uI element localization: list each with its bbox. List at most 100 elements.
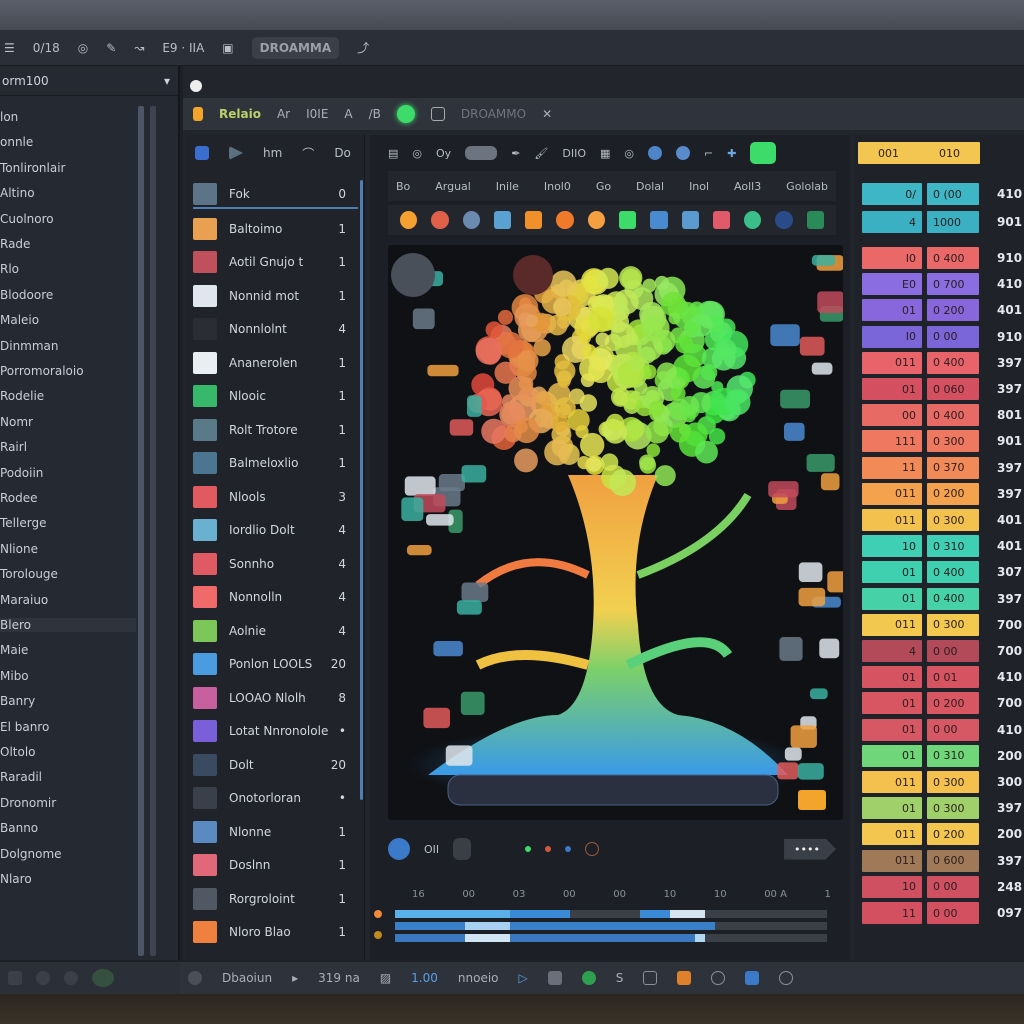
- editor-tab[interactable]: Inol0: [544, 180, 571, 193]
- list-item[interactable]: Nonnolln 4: [193, 583, 358, 611]
- sidebar-item[interactable]: Banry: [0, 694, 35, 708]
- sidebar-item[interactable]: Tellerge: [0, 516, 46, 530]
- blue-circle-icon[interactable]: [648, 146, 663, 160]
- value-cell[interactable]: I0: [862, 325, 922, 348]
- phone-icon[interactable]: [650, 211, 668, 229]
- value-cell[interactable]: 01: [862, 718, 922, 741]
- value-cell[interactable]: 0 00: [927, 902, 979, 924]
- cone-icon[interactable]: [525, 211, 543, 229]
- value-cell[interactable]: 0 200: [927, 299, 979, 322]
- value-cell[interactable]: 0 310: [927, 535, 979, 558]
- close-icon[interactable]: ✕: [542, 107, 552, 121]
- editor-tab[interactable]: Argual: [435, 180, 471, 193]
- editor-tab[interactable]: Dolal: [636, 180, 664, 193]
- value-cell[interactable]: 0 400: [927, 587, 979, 610]
- value-cell[interactable]: 011: [862, 351, 922, 374]
- list-item[interactable]: Dolt 20: [193, 751, 358, 779]
- shield-icon[interactable]: [677, 971, 692, 985]
- notes-icon[interactable]: ▦: [600, 147, 610, 160]
- sidebar-item[interactable]: Nlione: [0, 542, 38, 556]
- red-marker-icon[interactable]: [545, 846, 552, 852]
- value-cell[interactable]: 0 300: [927, 797, 979, 820]
- value-cell[interactable]: E0: [862, 273, 922, 296]
- value-cell[interactable]: 0 300: [927, 771, 979, 793]
- settings-icon[interactable]: [8, 971, 22, 985]
- list-item[interactable]: Rolt Trotore 1: [193, 416, 358, 444]
- list-toolbar-item[interactable]: hm: [263, 146, 282, 160]
- timeline-segment[interactable]: [695, 934, 705, 942]
- status-item[interactable]: Dbaoiun: [222, 971, 272, 985]
- plus-icon[interactable]: ✚: [727, 147, 736, 160]
- value-cell[interactable]: 0 400: [927, 351, 979, 374]
- value-cell[interactable]: 01: [862, 797, 922, 820]
- sidebar-item[interactable]: lon: [0, 110, 18, 124]
- shield-icon[interactable]: [462, 211, 480, 229]
- timeline-segment[interactable]: [395, 934, 705, 942]
- tab-item[interactable]: I0IE: [306, 107, 328, 121]
- value-cell[interactable]: 10: [862, 535, 922, 558]
- timeline-segment[interactable]: [670, 910, 705, 918]
- sidebar-item[interactable]: onnle: [0, 135, 33, 149]
- doc-icon[interactable]: [195, 146, 209, 160]
- toggle-icon[interactable]: [92, 969, 114, 987]
- value-cell[interactable]: 4: [862, 640, 922, 662]
- list-item[interactable]: Ananerolen 1: [193, 349, 358, 377]
- pen-icon[interactable]: ✒: [511, 147, 520, 160]
- brush-icon[interactable]: 🖌: [534, 147, 548, 160]
- sidebar-item[interactable]: Banno: [0, 821, 38, 835]
- editor-tab[interactable]: Bo: [396, 180, 410, 193]
- corner-icon[interactable]: ⌐: [704, 147, 713, 160]
- target-icon[interactable]: ◎: [412, 147, 422, 160]
- list-scrollbar[interactable]: [360, 180, 363, 800]
- curve-icon[interactable]: ↝: [134, 41, 144, 55]
- sidebar-item[interactable]: Dinmman: [0, 339, 59, 353]
- sidebar-item[interactable]: El banro: [0, 720, 49, 734]
- value-cell[interactable]: 01: [862, 561, 922, 584]
- list-item[interactable]: Ponlon LOOLS 20: [193, 650, 358, 678]
- value-cell[interactable]: 0 600: [927, 849, 979, 872]
- value-cell[interactable]: 0 400: [927, 561, 979, 584]
- list-item[interactable]: Baltoimo 1: [193, 215, 358, 243]
- sidebar-item[interactable]: Raradil: [0, 770, 42, 784]
- record-icon[interactable]: ◎: [78, 41, 88, 55]
- list-item[interactable]: Sonnho 4: [193, 550, 358, 578]
- editor-toolbar-item[interactable]: Oy: [436, 147, 451, 160]
- timeline[interactable]: [395, 910, 827, 945]
- value-cell[interactable]: 011: [862, 482, 922, 505]
- sidebar-item[interactable]: Oltolo: [0, 745, 36, 759]
- sidebar-item[interactable]: Maie: [0, 643, 28, 657]
- splash-icon[interactable]: [431, 211, 449, 229]
- list-toolbar-item[interactable]: Do: [334, 146, 351, 160]
- sidebar-item[interactable]: Nlaro: [0, 872, 32, 886]
- list-item[interactable]: Nlooic 1: [193, 382, 358, 410]
- curve-icon[interactable]: ⌒: [302, 145, 314, 162]
- value-cell[interactable]: 0 300: [927, 509, 979, 531]
- value-cell[interactable]: 00: [862, 404, 922, 427]
- scrollbar-track[interactable]: [150, 106, 156, 956]
- tab-second[interactable]: DROAMMO: [461, 107, 526, 121]
- sidebar-item[interactable]: Maleio: [0, 313, 39, 327]
- value-cell[interactable]: 011: [862, 613, 922, 636]
- brush-shape-icon[interactable]: [465, 146, 498, 160]
- value-cell[interactable]: 0 00: [927, 718, 979, 741]
- image-icon[interactable]: ▨: [380, 971, 391, 985]
- sidebar-item[interactable]: Dolgnome: [0, 847, 62, 861]
- list-item[interactable]: Rorgroloint 1: [193, 885, 358, 913]
- edit-icon[interactable]: [547, 971, 562, 985]
- circle-icon[interactable]: [711, 971, 726, 985]
- record-icon[interactable]: [36, 971, 50, 985]
- toolbar-pill-button[interactable]: DROAMMA: [251, 36, 340, 59]
- list-item[interactable]: Nlonne 1: [193, 818, 358, 846]
- trash-icon[interactable]: [745, 971, 760, 985]
- value-cell[interactable]: 01: [862, 378, 922, 400]
- value-cell[interactable]: 0 00: [927, 875, 979, 898]
- forward-icon[interactable]: ▷: [519, 971, 528, 985]
- value-cell[interactable]: 11: [862, 902, 922, 924]
- tab-item[interactable]: A: [344, 107, 352, 121]
- globe-icon[interactable]: [64, 971, 78, 985]
- editor-tab[interactable]: Gololab: [786, 180, 828, 193]
- sidebar-item[interactable]: Torolouge: [0, 567, 58, 581]
- blue-marker-icon[interactable]: [565, 846, 572, 852]
- value-cell[interactable]: 11: [862, 456, 922, 479]
- value-cell[interactable]: 01: [862, 744, 922, 767]
